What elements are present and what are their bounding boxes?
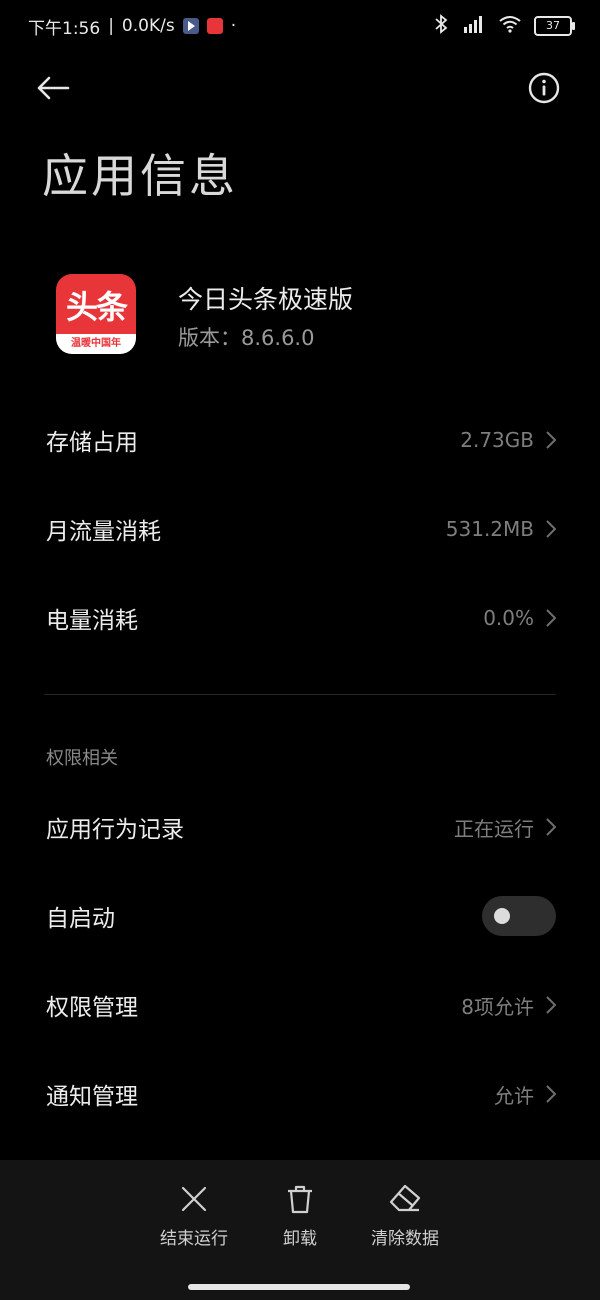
status-right: 37 (434, 13, 575, 39)
app-notification-icon (206, 18, 223, 34)
status-left: 下午1:56 | 0.0K/s · (28, 14, 236, 39)
chevron-right-icon (546, 431, 556, 449)
app-icon-text: 头条 (65, 288, 128, 326)
trash-icon (288, 1185, 312, 1214)
permissions-value: 8项允许 (461, 994, 534, 1019)
data-usage-row[interactable]: 月流量消耗 531.2MB (46, 499, 556, 559)
app-behavior-value: 正在运行 (454, 816, 534, 841)
app-icon: 头条 温暖中国年 (56, 274, 136, 354)
app-name: 今日头条极速版 (178, 285, 354, 314)
notifications-value: 允许 (494, 1083, 534, 1108)
uninstall-label: 卸载 (283, 1229, 317, 1249)
notifications-label: 通知管理 (46, 1084, 138, 1110)
permissions-right: 8项允许 (461, 991, 556, 1020)
battery-usage-right: 0.0% (483, 606, 556, 630)
autostart-row: 自启动 (46, 886, 556, 946)
home-indicator[interactable] (188, 1284, 410, 1290)
top-bar (0, 52, 600, 122)
chevron-right-icon (546, 818, 556, 836)
app-behavior-row[interactable]: 应用行为记录 正在运行 (46, 797, 556, 857)
permissions-label: 权限管理 (46, 995, 138, 1021)
chevron-right-icon (546, 996, 556, 1014)
divider (44, 694, 556, 695)
storage-right: 2.73GB (460, 428, 556, 452)
storage-label: 存储占用 (46, 430, 138, 456)
close-icon (181, 1186, 207, 1212)
battery-usage-label: 电量消耗 (46, 608, 138, 634)
clear-data-button[interactable]: 清除数据 (355, 1184, 455, 1249)
page-title: 应用信息 (42, 149, 238, 203)
bottom-action-bar: 结束运行 卸载 清除数据 (0, 1160, 600, 1300)
force-stop-label: 结束运行 (160, 1229, 228, 1249)
permissions-row[interactable]: 权限管理 8项允许 (46, 975, 556, 1035)
data-usage-value: 531.2MB (445, 517, 534, 541)
status-dot: · (230, 16, 237, 36)
app-behavior-right: 正在运行 (454, 813, 556, 842)
wifi-icon (498, 15, 522, 38)
chevron-right-icon (546, 609, 556, 627)
toggle-knob (494, 908, 510, 924)
data-usage-right: 531.2MB (446, 517, 556, 541)
app-behavior-label: 应用行为记录 (46, 817, 184, 843)
status-bar: 下午1:56 | 0.0K/s · 37 (0, 0, 600, 52)
app-header: 头条 温暖中国年 今日头条极速版 版本：8.6.6.0 (56, 272, 556, 356)
play-store-icon (182, 18, 199, 34)
notifications-right: 允许 (494, 1080, 556, 1109)
storage-value: 2.73GB (460, 428, 534, 452)
bluetooth-icon (434, 13, 448, 39)
storage-row[interactable]: 存储占用 2.73GB (46, 410, 556, 470)
notifications-row[interactable]: 通知管理 允许 (46, 1064, 556, 1124)
chevron-right-icon (546, 1085, 556, 1103)
uninstall-button[interactable]: 卸载 (250, 1184, 350, 1249)
battery-usage-value: 0.0% (483, 606, 534, 630)
autostart-label: 自启动 (46, 906, 115, 932)
signal-icon (460, 15, 486, 38)
status-time: 下午1:56 (28, 18, 101, 39)
eraser-icon (389, 1184, 421, 1212)
chevron-right-icon (546, 520, 556, 538)
section-title-permissions: 权限相关 (46, 748, 118, 769)
app-icon-subtext: 温暖中国年 (56, 334, 136, 354)
back-arrow-icon[interactable] (36, 68, 84, 108)
battery-usage-row[interactable]: 电量消耗 0.0% (46, 588, 556, 648)
data-usage-label: 月流量消耗 (46, 519, 161, 545)
clear-data-label: 清除数据 (371, 1229, 439, 1249)
autostart-toggle[interactable] (482, 896, 556, 936)
battery-icon: 37 (534, 16, 575, 36)
info-icon[interactable] (524, 68, 564, 108)
status-separator: | (108, 16, 114, 36)
app-version: 版本：8.6.6.0 (178, 326, 315, 350)
network-speed: 0.0K/s (121, 16, 175, 36)
force-stop-button[interactable]: 结束运行 (144, 1184, 244, 1249)
